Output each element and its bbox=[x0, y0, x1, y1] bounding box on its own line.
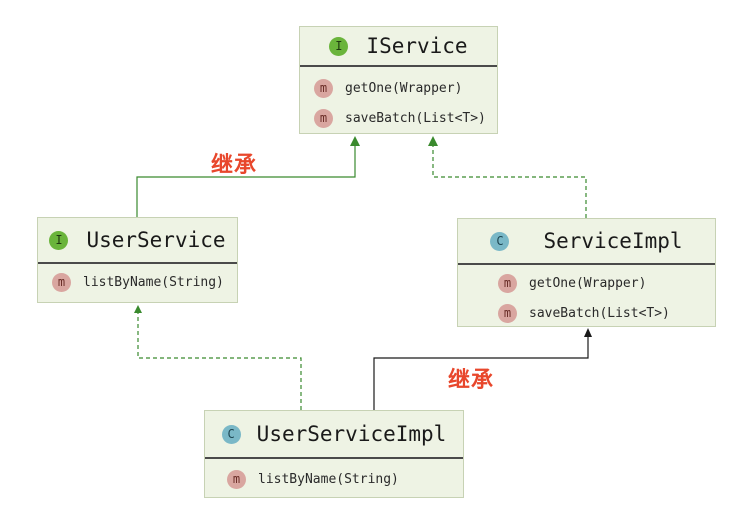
arrowhead-userservice bbox=[134, 305, 142, 313]
extends-label-right: 继承 bbox=[448, 368, 495, 393]
method-icon: m bbox=[314, 108, 333, 128]
method-name: getOne(Wrapper) bbox=[345, 80, 463, 96]
implements-line-serviceimpl-iservice bbox=[432, 145, 587, 218]
class-box-iservice[interactable]: I IService m getOne(Wrapper) m saveBatch… bbox=[299, 26, 498, 134]
method-name: getOne(Wrapper) bbox=[529, 275, 647, 291]
class-name: IService bbox=[366, 34, 468, 58]
method-item[interactable]: m saveBatch(List<T>) bbox=[484, 298, 715, 328]
extends-label-left: 继承 bbox=[211, 153, 258, 178]
method-item[interactable]: m listByName(String) bbox=[38, 267, 237, 297]
method-list: m getOne(Wrapper) m saveBatch(List<T>) bbox=[458, 265, 715, 328]
method-icon: m bbox=[498, 273, 517, 293]
method-icon: m bbox=[52, 272, 71, 292]
class-box-userserviceimpl[interactable]: C UserServiceImpl m listByName(String) bbox=[204, 410, 464, 498]
interface-icon: I bbox=[49, 230, 69, 250]
arrowhead-iservice-right bbox=[428, 136, 438, 146]
method-item[interactable]: m getOne(Wrapper) bbox=[484, 268, 715, 298]
method-item[interactable]: m listByName(String) bbox=[213, 464, 463, 494]
method-name: listByName(String) bbox=[258, 471, 399, 487]
class-box-serviceimpl[interactable]: C ServiceImpl m getOne(Wrapper) m saveBa… bbox=[457, 218, 716, 327]
method-icon: m bbox=[498, 303, 517, 323]
class-icon: C bbox=[221, 424, 241, 444]
class-header: C ServiceImpl bbox=[458, 219, 715, 265]
class-header: C UserServiceImpl bbox=[205, 411, 463, 459]
method-name: saveBatch(List<T>) bbox=[529, 305, 670, 321]
method-list: m listByName(String) bbox=[38, 264, 237, 297]
method-icon: m bbox=[227, 469, 246, 489]
method-name: saveBatch(List<T>) bbox=[345, 110, 486, 126]
method-icon: m bbox=[314, 78, 333, 98]
arrowhead-serviceimpl bbox=[584, 328, 592, 337]
method-item[interactable]: m getOne(Wrapper) bbox=[300, 73, 497, 103]
class-box-userservice[interactable]: I UserService m listByName(String) bbox=[37, 217, 238, 303]
class-name: UserService bbox=[86, 228, 226, 252]
class-header: I IService bbox=[300, 27, 497, 67]
method-list: m listByName(String) bbox=[205, 459, 463, 494]
method-name: listByName(String) bbox=[83, 274, 224, 290]
method-item[interactable]: m saveBatch(List<T>) bbox=[300, 103, 497, 133]
class-name: ServiceImpl bbox=[543, 229, 683, 253]
class-name: UserServiceImpl bbox=[256, 422, 447, 446]
interface-icon: I bbox=[329, 36, 349, 56]
implements-line-userserviceimpl-userservice bbox=[137, 313, 302, 410]
arrowhead-iservice-left bbox=[350, 136, 360, 146]
class-header: I UserService bbox=[38, 218, 237, 264]
method-list: m getOne(Wrapper) m saveBatch(List<T>) bbox=[300, 67, 497, 133]
class-icon: C bbox=[490, 231, 510, 251]
